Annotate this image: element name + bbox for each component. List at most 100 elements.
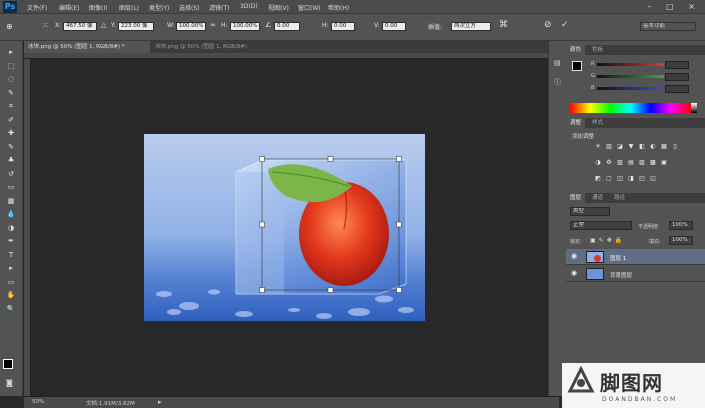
adjustment-icon[interactable]: ▩ (649, 159, 657, 166)
menu-image[interactable]: 图像(I) (89, 3, 107, 12)
layer-filter-select[interactable]: 类型 (570, 207, 610, 216)
fill-field[interactable]: 100% (669, 236, 693, 245)
adjustment-icon[interactable]: ◐ (649, 143, 657, 150)
workspace-select[interactable]: 基本功能 (640, 22, 696, 31)
reference-point-icon[interactable]: ⁙ (42, 21, 49, 30)
status-menu-arrow-icon[interactable]: ▸ (158, 398, 162, 406)
brush-icon[interactable]: ✎ (5, 142, 17, 152)
marquee-icon[interactable]: ⬚ (5, 61, 17, 71)
type-icon[interactable]: T (5, 250, 17, 260)
foreground-color-swatch[interactable] (3, 359, 13, 369)
menu-window[interactable]: 窗口(W) (298, 3, 321, 12)
adjustment-icon[interactable]: ◑ (594, 159, 602, 166)
adjustment-icon[interactable]: ☀ (594, 143, 602, 150)
pen-icon[interactable]: ✒ (5, 236, 17, 246)
cancel-icon[interactable]: ⊘ (544, 20, 552, 30)
warp-icon[interactable]: ⌘ (499, 20, 508, 30)
layer-row[interactable]: ◉ 图层 1 (566, 249, 705, 265)
b-slider[interactable] (597, 87, 664, 90)
layer-name[interactable]: 背景图层 (610, 271, 632, 279)
menu-3d[interactable]: 3D(D) (240, 3, 258, 10)
vskew-field[interactable]: 0.00 (382, 22, 406, 31)
color-spectrum-bar[interactable] (570, 103, 691, 113)
tab-styles[interactable]: 样式 (588, 118, 607, 128)
eraser-icon[interactable]: ▭ (5, 182, 17, 192)
adjustment-icon[interactable]: ◪ (616, 143, 624, 150)
zoom-level[interactable]: 50% (32, 399, 44, 405)
menu-edit[interactable]: 编辑(E) (59, 3, 79, 12)
adjustment-icon[interactable]: ▣ (660, 159, 668, 166)
tool-preset-icon[interactable]: ⊕ (6, 22, 13, 31)
fg-color-swatch[interactable] (572, 61, 582, 71)
hskew-field[interactable]: 0.00 (331, 22, 355, 31)
adjustment-icon[interactable]: ◨ (627, 175, 635, 182)
path-select-icon[interactable]: ▸ (5, 263, 17, 273)
adjustment-icon[interactable]: ◱ (649, 175, 657, 182)
gradient-icon[interactable]: ▦ (5, 196, 17, 206)
adjustment-icon[interactable]: ◰ (638, 175, 646, 182)
relative-position-icon[interactable]: △ (101, 21, 106, 29)
shape-icon[interactable]: ▭ (5, 277, 17, 287)
w-field[interactable]: 100.00% (176, 22, 206, 31)
zoom-icon[interactable]: 🔍 (5, 304, 17, 314)
tab-paths[interactable]: 路径 (610, 193, 629, 203)
blend-mode-select[interactable]: 正常 (570, 221, 632, 230)
stamp-icon[interactable]: ♣ (5, 155, 17, 165)
commit-check-icon[interactable]: ✓ (561, 20, 569, 30)
blur-icon[interactable]: 💧 (5, 209, 17, 219)
window-controls[interactable]: – □ × (648, 2, 701, 11)
dodge-icon[interactable]: ◑ (5, 223, 17, 233)
adjustment-icon[interactable]: ▨ (638, 159, 646, 166)
menu-filter[interactable]: 滤镜(T) (209, 3, 229, 12)
g-value[interactable] (665, 73, 689, 81)
adjustment-icon[interactable]: ▥ (605, 143, 613, 150)
hand-icon[interactable]: ✋ (5, 290, 17, 300)
history-brush-icon[interactable]: ↺ (5, 169, 17, 179)
link-icon[interactable]: ∞ (210, 21, 216, 29)
interp-select[interactable]: 两次立方 (451, 22, 491, 31)
lock-icons[interactable]: ▣✎✥🔒 (590, 237, 625, 244)
eye-icon[interactable]: ◉ (571, 252, 577, 260)
info-panel-icon[interactable]: ⓘ (554, 77, 561, 87)
quick-mask-icon[interactable]: ◙ (6, 379, 13, 387)
y-field[interactable]: 223.00 像 (118, 22, 154, 31)
menu-view[interactable]: 视图(V) (268, 3, 289, 12)
crop-icon[interactable]: ⌗ (5, 101, 17, 111)
angle-field[interactable]: 0.00 (274, 22, 300, 31)
layer-name[interactable]: 图层 1 (610, 254, 626, 262)
eyedropper-icon[interactable]: ✐ (5, 115, 17, 125)
h-field[interactable]: 100.00% (230, 22, 260, 31)
adjustment-icon[interactable]: ▧ (616, 159, 624, 166)
eye-icon[interactable]: ◉ (571, 269, 577, 277)
adjustment-icon[interactable]: ♻ (605, 159, 613, 166)
menu-help[interactable]: 帮助(H) (328, 3, 349, 12)
r-slider[interactable] (597, 63, 664, 66)
adjustment-icon[interactable]: ▤ (627, 159, 635, 166)
tab-layers[interactable]: 图层 (566, 193, 586, 203)
adjustment-icon[interactable]: ▼ (627, 143, 635, 150)
opacity-field[interactable]: 100% (669, 221, 693, 230)
tab-adjustments[interactable]: 调整 (566, 118, 586, 128)
healing-icon[interactable]: ✚ (5, 128, 17, 138)
tab-document-active[interactable]: 冰块.png @ 50% (图层 1, RGB/8#) * (24, 41, 150, 53)
adjustment-icon[interactable]: ▢ (605, 175, 613, 182)
tab-document[interactable]: 冰块.png @ 50% (图层 1, RGB/8#) (151, 41, 273, 53)
r-value[interactable] (665, 61, 689, 69)
adjustment-icon[interactable]: ◩ (594, 175, 602, 182)
adjustment-icon[interactable]: ◧ (638, 143, 646, 150)
adjustment-icon[interactable]: ▦ (660, 143, 668, 150)
adjustment-icon[interactable]: ▯ (671, 143, 679, 150)
x-field[interactable]: 467.50 像 (63, 22, 97, 31)
g-slider[interactable] (597, 75, 664, 78)
tab-channels[interactable]: 通道 (588, 193, 607, 203)
tab-swatches[interactable]: 色板 (588, 45, 607, 55)
history-panel-icon[interactable]: ▤ (554, 59, 561, 67)
tab-color[interactable]: 颜色 (566, 45, 586, 55)
menu-select[interactable]: 选择(S) (179, 3, 200, 12)
move-icon[interactable]: ▸ (5, 47, 17, 57)
layer-row[interactable]: ◉ 背景图层 (566, 266, 705, 282)
lasso-icon[interactable]: ◌ (5, 74, 17, 84)
b-value[interactable] (665, 85, 689, 93)
document-image[interactable] (144, 134, 425, 321)
menu-type[interactable]: 类型(Y) (149, 3, 169, 12)
